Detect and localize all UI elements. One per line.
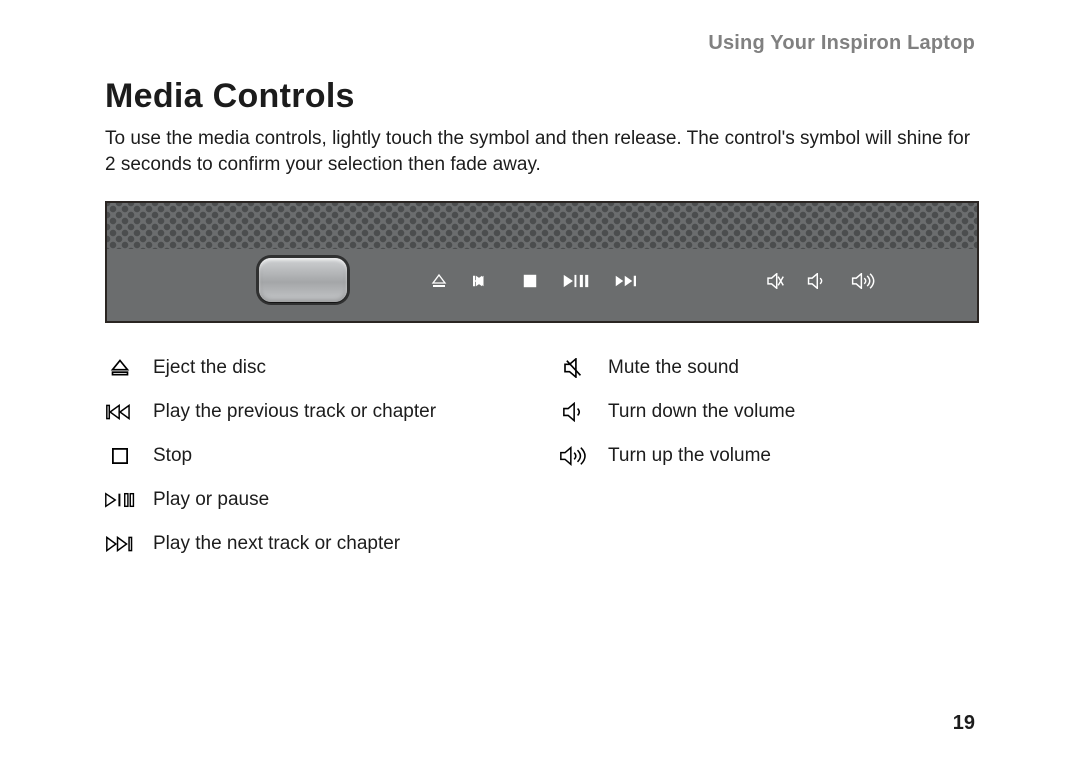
play-pause-icon	[105, 492, 135, 508]
mute-icon	[767, 273, 785, 289]
legend-item: Play the previous track or chapter	[105, 401, 520, 423]
legend-col-left: Eject the disc Play the previous track o…	[105, 357, 520, 577]
next-track-icon	[105, 536, 135, 552]
play-pause-icon	[563, 274, 589, 288]
section-intro: To use the media controls, lightly touch…	[105, 126, 975, 177]
volume-up-icon	[560, 446, 590, 466]
volume-down-icon	[560, 402, 590, 422]
stop-icon	[523, 274, 537, 288]
media-bar-icons-playback	[431, 273, 639, 289]
legend: Eject the disc Play the previous track o…	[105, 357, 975, 577]
page-number: 19	[953, 712, 975, 735]
volume-up-icon	[851, 273, 879, 289]
legend-item: Turn down the volume	[560, 401, 975, 423]
legend-label: Play or pause	[153, 489, 269, 511]
legend-label: Eject the disc	[153, 357, 266, 379]
running-head: Using Your Inspiron Laptop	[105, 32, 975, 55]
section-title: Media Controls	[105, 77, 975, 116]
speaker-grille-pattern	[107, 203, 977, 249]
stop-icon	[105, 448, 135, 464]
media-bar-icons-volume	[767, 273, 879, 289]
legend-item: Eject the disc	[105, 357, 520, 379]
prev-track-icon	[473, 274, 497, 288]
next-track-icon	[615, 274, 639, 288]
prev-track-icon	[105, 404, 135, 420]
legend-label: Mute the sound	[608, 357, 739, 379]
volume-down-icon	[807, 273, 829, 289]
media-bar-illustration	[105, 201, 979, 323]
mute-icon	[560, 358, 590, 378]
legend-label: Turn up the volume	[608, 445, 771, 467]
legend-item: Play the next track or chapter	[105, 533, 520, 555]
legend-item: Turn up the volume	[560, 445, 975, 467]
legend-label: Stop	[153, 445, 192, 467]
legend-item: Stop	[105, 445, 520, 467]
eject-icon	[431, 273, 447, 289]
legend-item: Play or pause	[105, 489, 520, 511]
legend-item: Mute the sound	[560, 357, 975, 379]
eject-icon	[105, 358, 135, 378]
power-button	[259, 258, 347, 302]
legend-label: Turn down the volume	[608, 401, 795, 423]
legend-col-right: Mute the sound Turn down the volume Turn…	[560, 357, 975, 577]
legend-label: Play the previous track or chapter	[153, 401, 436, 423]
legend-label: Play the next track or chapter	[153, 533, 400, 555]
